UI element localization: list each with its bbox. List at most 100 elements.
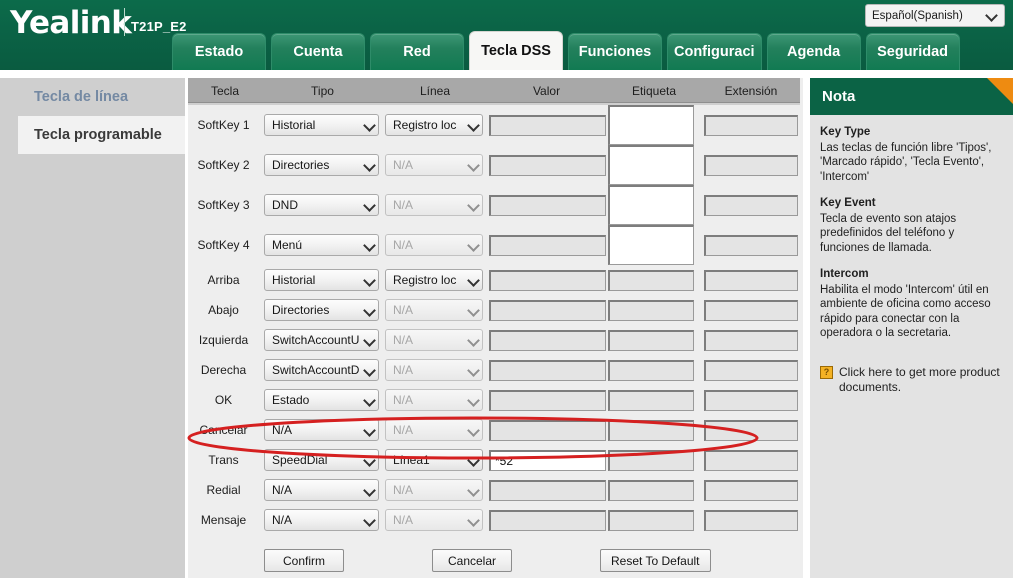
extension-input[interactable] (704, 480, 798, 501)
line-select[interactable]: N/A (385, 329, 483, 351)
etiqueta-input[interactable] (608, 225, 694, 265)
type-select[interactable]: Directories (264, 299, 379, 321)
note-panel-body: Key Type Las teclas de función libre 'Ti… (810, 115, 1013, 395)
valor-input[interactable] (489, 235, 606, 256)
valor-input[interactable] (489, 480, 606, 501)
line-select[interactable]: Línea1 (385, 449, 483, 471)
etiqueta-input[interactable] (608, 185, 694, 225)
extension-input[interactable] (704, 270, 798, 291)
extension-input[interactable] (704, 330, 798, 351)
tab-label: Agenda (787, 44, 840, 60)
tab-configuracion[interactable]: Configuraci (667, 33, 762, 70)
type-select[interactable]: Menú (264, 234, 379, 256)
extension-input[interactable] (704, 360, 798, 381)
tab-estado[interactable]: Estado (172, 33, 266, 70)
table-row: ArribaHistorialRegistro loc (188, 265, 800, 295)
valor-input[interactable]: *52 (489, 450, 606, 471)
etiqueta-input[interactable] (608, 330, 694, 351)
line-select[interactable]: Registro loc (385, 114, 483, 136)
valor-input[interactable] (489, 270, 606, 291)
sidebar-item-tecla-programable[interactable]: Tecla programable (18, 116, 185, 154)
etiqueta-input[interactable] (608, 105, 694, 145)
row-valor-cell (487, 385, 606, 415)
valor-input[interactable] (489, 390, 606, 411)
type-select[interactable]: Directories (264, 154, 379, 176)
type-select[interactable]: Historial (264, 269, 379, 291)
extension-input[interactable] (704, 390, 798, 411)
cancel-button[interactable]: Cancelar (432, 549, 512, 572)
chevron-down-icon (987, 10, 998, 21)
type-select[interactable]: N/A (264, 509, 379, 531)
line-select[interactable]: N/A (385, 419, 483, 441)
valor-input[interactable] (489, 360, 606, 381)
extension-input[interactable] (704, 115, 798, 136)
reset-to-default-button[interactable]: Reset To Default (600, 549, 711, 572)
valor-input[interactable] (489, 155, 606, 176)
line-select[interactable]: N/A (385, 154, 483, 176)
row-etiqueta-cell (606, 295, 702, 325)
row-extension-cell (702, 265, 800, 295)
etiqueta-input[interactable] (608, 480, 694, 501)
tab-red[interactable]: Red (370, 33, 464, 70)
extension-input[interactable] (704, 450, 798, 471)
extension-input[interactable] (704, 510, 798, 531)
tab-seguridad[interactable]: Seguridad (866, 33, 960, 70)
line-select[interactable]: N/A (385, 299, 483, 321)
valor-input[interactable] (489, 115, 606, 136)
type-select[interactable]: SwitchAccountU (264, 329, 379, 351)
type-select[interactable]: Historial (264, 114, 379, 136)
valor-input[interactable] (489, 510, 606, 531)
etiqueta-input[interactable] (608, 145, 694, 185)
type-select[interactable]: N/A (264, 419, 379, 441)
line-select[interactable]: N/A (385, 509, 483, 531)
line-select[interactable]: N/A (385, 359, 483, 381)
valor-input[interactable] (489, 195, 606, 216)
extension-input[interactable] (704, 195, 798, 216)
type-select[interactable]: N/A (264, 479, 379, 501)
table-row: OKEstadoN/A (188, 385, 800, 415)
product-documents-link[interactable]: ? Click here to get more product documen… (820, 365, 1003, 395)
tab-tecla-dss[interactable]: Tecla DSS (469, 31, 563, 70)
line-select[interactable]: Registro loc (385, 269, 483, 291)
yealink-web-ui: Yealink T21P_E2 Español(Spanish) Estado … (0, 0, 1013, 578)
line-select-value: N/A (393, 238, 467, 252)
sidebar-item-tecla-de-linea[interactable]: Tecla de línea (0, 78, 185, 116)
extension-input[interactable] (704, 300, 798, 321)
etiqueta-input[interactable] (608, 450, 694, 471)
line-select[interactable]: N/A (385, 234, 483, 256)
type-select[interactable]: Estado (264, 389, 379, 411)
line-select[interactable]: N/A (385, 194, 483, 216)
valor-input[interactable] (489, 300, 606, 321)
etiqueta-input[interactable] (608, 360, 694, 381)
row-key-label: Redial (188, 475, 262, 505)
tab-agenda[interactable]: Agenda (767, 33, 861, 70)
tab-label: Funciones (579, 44, 652, 60)
etiqueta-input[interactable] (608, 420, 694, 441)
type-select[interactable]: DND (264, 194, 379, 216)
language-select[interactable]: Español(Spanish) (865, 4, 1005, 27)
valor-input[interactable] (489, 330, 606, 351)
etiqueta-input[interactable] (608, 300, 694, 321)
row-line-cell: N/A (383, 415, 487, 445)
line-select[interactable]: N/A (385, 389, 483, 411)
type-select[interactable]: SwitchAccountD (264, 359, 379, 381)
type-select[interactable]: SpeedDial (264, 449, 379, 471)
extension-input[interactable] (704, 155, 798, 176)
note-text-intercom: Habilita el modo 'Intercom' útil en ambi… (820, 283, 1003, 341)
row-valor-cell: *52 (487, 445, 606, 475)
etiqueta-input[interactable] (608, 270, 694, 291)
tab-funciones[interactable]: Funciones (568, 33, 662, 70)
valor-input[interactable] (489, 420, 606, 441)
row-line-cell: N/A (383, 145, 487, 185)
extension-input[interactable] (704, 420, 798, 441)
etiqueta-input[interactable] (608, 390, 694, 411)
tab-cuenta[interactable]: Cuenta (271, 33, 365, 70)
confirm-button[interactable]: Confirm (264, 549, 344, 572)
row-type-cell: Historial (262, 104, 383, 145)
etiqueta-input[interactable] (608, 510, 694, 531)
extension-input[interactable] (704, 235, 798, 256)
chevron-down-icon (469, 365, 480, 376)
note-panel: Nota Key Type Las teclas de función libr… (810, 78, 1013, 578)
line-select[interactable]: N/A (385, 479, 483, 501)
row-extension-cell (702, 415, 800, 445)
